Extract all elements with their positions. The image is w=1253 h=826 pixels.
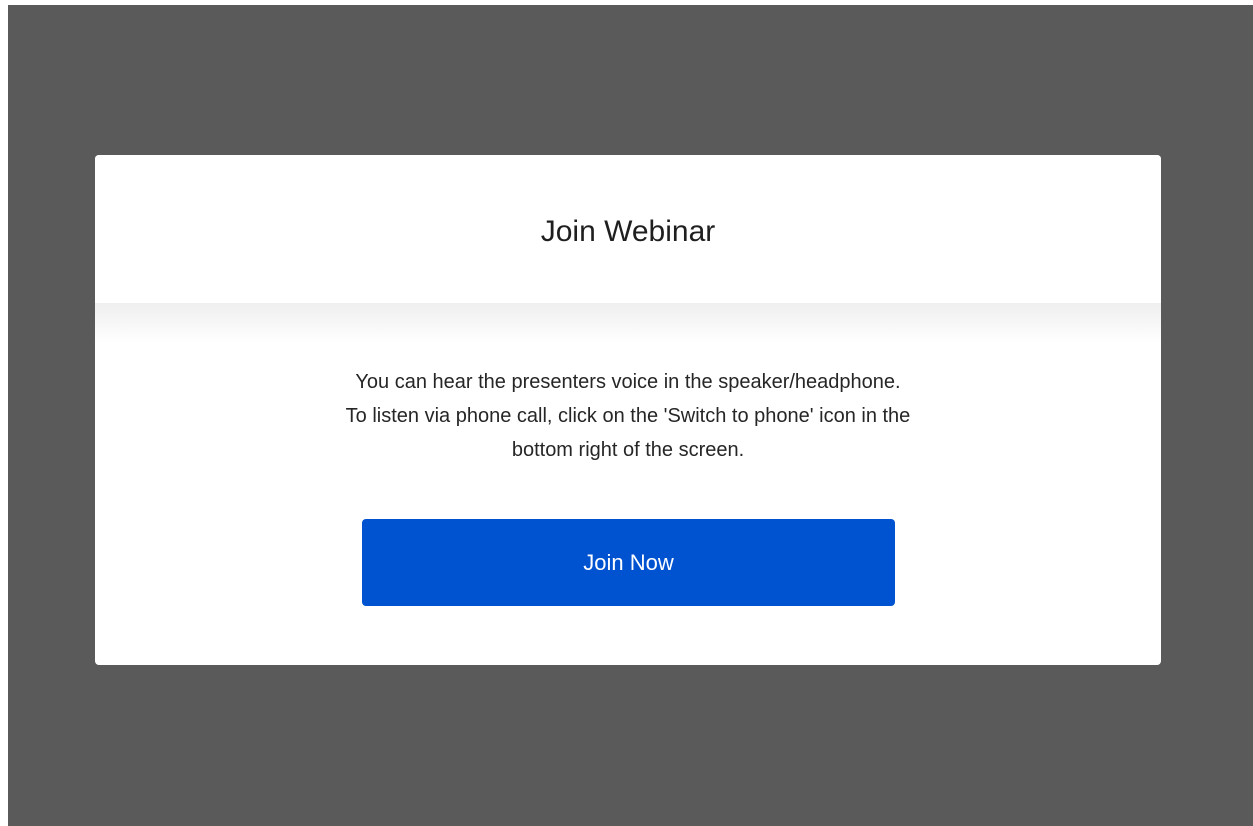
dialog-message: You can hear the presenters voice in the…: [95, 365, 1161, 467]
message-line-2: To listen via phone call, click on the '…: [345, 405, 911, 427]
message-line-1: You can hear the presenters voice in the…: [355, 371, 901, 393]
join-webinar-dialog: Join Webinar You can hear the presenters…: [95, 155, 1161, 665]
header-divider: [95, 303, 1161, 343]
dialog-header: Join Webinar: [95, 155, 1161, 303]
join-now-button[interactable]: Join Now: [362, 519, 895, 606]
dialog-title: Join Webinar: [540, 215, 716, 248]
message-line-3: bottom right of the screen.: [511, 439, 745, 461]
